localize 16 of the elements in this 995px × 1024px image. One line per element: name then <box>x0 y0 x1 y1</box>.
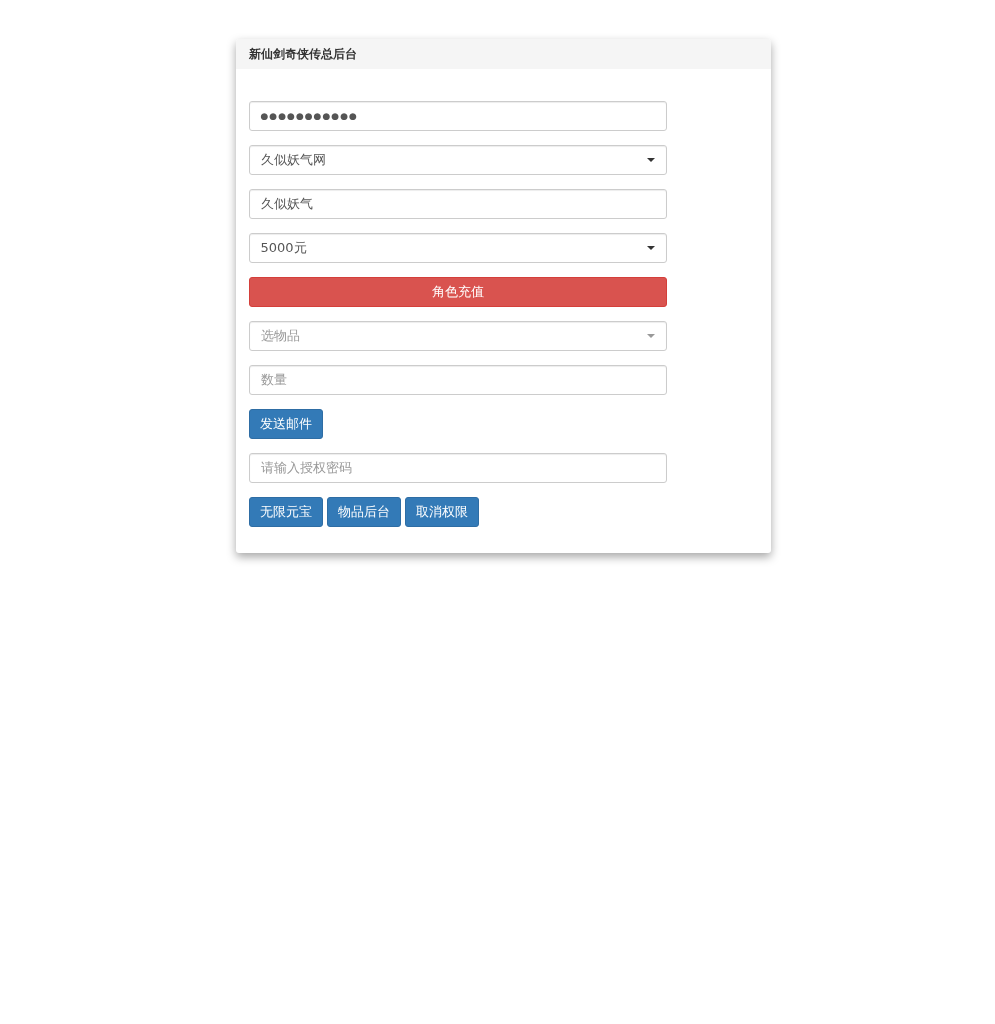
panel-title: 新仙剑奇侠传总后台 <box>248 45 357 63</box>
select-field[interactable]: 5000元 <box>248 233 667 263</box>
recharge-button[interactable]: 角色充值 <box>248 277 667 307</box>
action-button[interactable]: 取消权限 <box>404 497 479 527</box>
input-field[interactable]: ●●●●●●●●●●● <box>248 101 667 131</box>
select-field[interactable]: 久似妖气网 <box>248 145 667 175</box>
action-button[interactable]: 物品后台 <box>326 497 401 527</box>
caret-icon <box>646 158 655 162</box>
caret-icon <box>646 334 655 338</box>
action-button[interactable]: 无限元宝 <box>248 497 323 527</box>
caret-icon <box>646 246 655 250</box>
input-field[interactable]: 久似妖气 <box>248 189 667 219</box>
action-button[interactable]: 发送邮件 <box>248 409 323 439</box>
input-field[interactable]: 数量 <box>248 365 667 395</box>
select-field[interactable]: 选物品 <box>248 321 667 351</box>
input-field[interactable]: 请输入授权密码 <box>248 453 667 483</box>
